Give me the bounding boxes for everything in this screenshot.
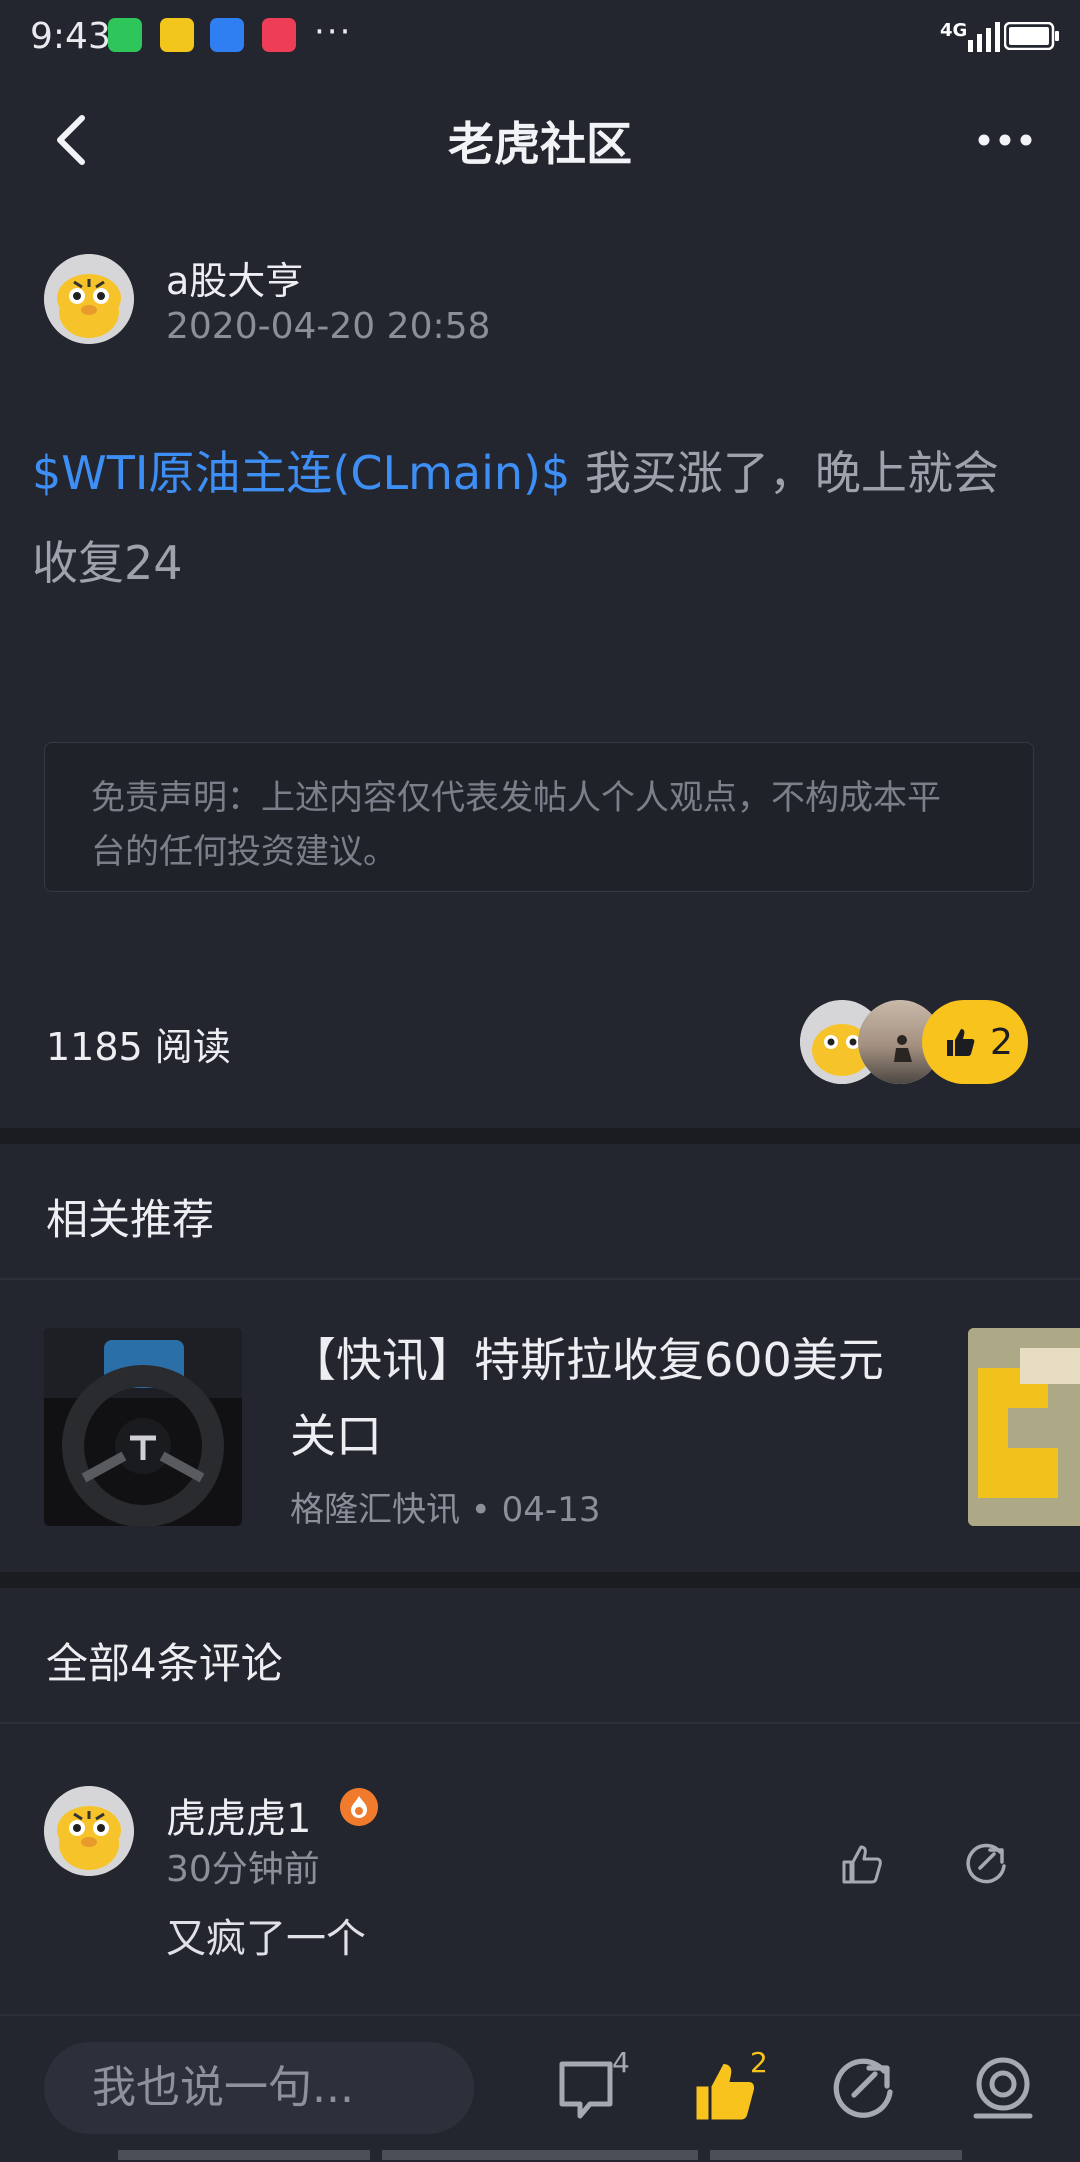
comments-heading: 全部4条评论 [46,1639,283,1688]
nav-bar-segment [382,2150,698,2160]
wechat-icon [108,18,142,52]
recommend-item-source: 格隆汇快讯 • 04-13 [290,1490,601,1530]
nav-bar-segment [710,2150,962,2160]
thumbs-up-filled-icon [696,2064,755,2120]
like-button[interactable]: 2 [692,2046,772,2130]
nav-bar-segment [118,2150,370,2160]
post-timestamp: 2020-04-20 20:58 [166,306,491,347]
comment-share-button[interactable] [964,1842,1008,1886]
recommend-title-line1[interactable]: 【快讯】特斯拉收复600美元 [290,1322,930,1398]
recommend-thumbnail-next[interactable] [968,1328,1080,1526]
recommend-thumbnail[interactable] [44,1328,242,1526]
battery-icon [1004,22,1059,50]
comment-like-button[interactable] [840,1842,884,1886]
post-text-line2: 收复24 [32,536,183,590]
divider [0,1722,1080,1724]
status-bar: 9:43 ··· 4G [0,0,1080,72]
stock-tag-link[interactable]: $WTI原油主连(CLmain)$ [32,446,570,500]
read-count: 1185 阅读 [46,1025,231,1069]
page-title: 老虎社区 [448,117,632,171]
thumbs-up-icon [947,1029,975,1056]
author-name[interactable]: a股大亨 [166,250,303,305]
commenter-avatar[interactable] [44,1786,134,1876]
recommend-title-line2[interactable]: 关口 [290,1398,930,1474]
comment-text: 又疯了一个 [166,1916,366,1962]
post-like-button[interactable]: 2 [922,1000,1028,1084]
recommend-heading: 相关推荐 [46,1195,215,1244]
shield-app-icon [210,18,244,52]
comments-button[interactable]: 4 [556,2046,636,2130]
commenter-name[interactable]: 虎虎虎1 [166,1786,311,1844]
post-like-count: 2 [990,1021,1013,1063]
recommend-item-title[interactable]: 【快讯】特斯拉收复600美元 关口 [290,1322,930,1474]
camera-app-icon [262,18,296,52]
post-text-line1: 我买涨了，晚上就会 [584,446,999,500]
post-content: $WTI原油主连(CLmain)$ 我买涨了，晚上就会 收复24 [32,428,1052,608]
network-type: 4G [940,20,968,41]
reward-button[interactable] [968,2054,1038,2124]
section-divider [0,1572,1080,1588]
like-count: 2 [750,2046,768,2079]
comment-bubble-icon [559,2061,613,2119]
author-avatar[interactable] [44,254,134,344]
disclaimer-box: 免责声明：上述内容仅代表发帖人个人观点，不构成本平 台的任何投资建议。 [44,742,1034,892]
app-notification-icon [160,18,194,52]
comment-time: 30分钟前 [166,1849,320,1890]
comment-input[interactable]: 我也说一句... [44,2042,474,2134]
disclaimer-line2: 台的任何投资建议。 [91,832,397,872]
more-options-button[interactable] [978,120,1032,160]
user-badge-icon [340,1788,378,1826]
divider [0,1278,1080,1280]
comment-count: 4 [612,2046,630,2079]
section-divider [0,1128,1080,1144]
status-time: 9:43 [30,16,111,57]
more-notifications-icon: ··· [314,12,353,52]
disclaimer-line1: 免责声明：上述内容仅代表发帖人个人观点，不构成本平 [91,778,941,818]
share-button[interactable] [830,2056,896,2122]
